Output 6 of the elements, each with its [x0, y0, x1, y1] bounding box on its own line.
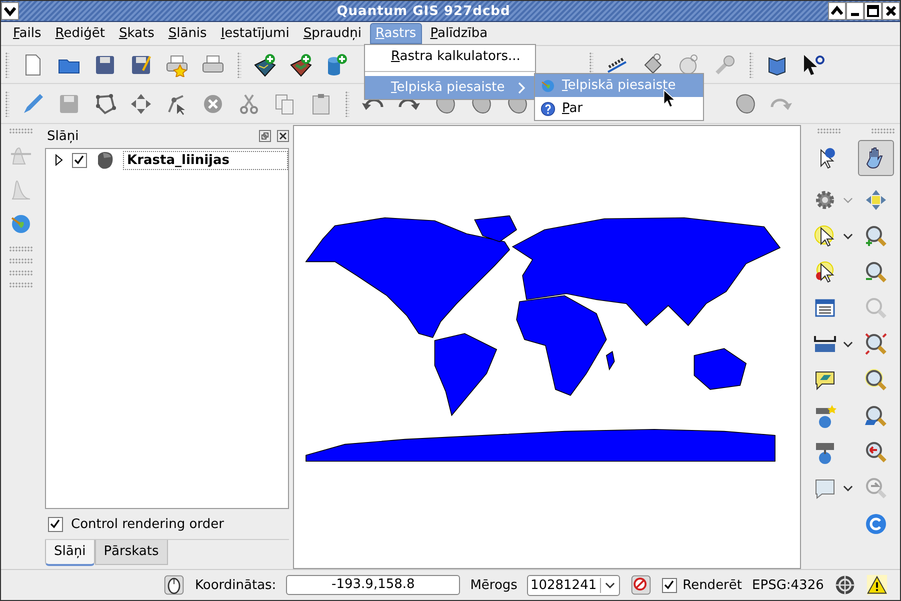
render-label: Renderēt	[682, 578, 742, 592]
checkbox-label: Control rendering order	[71, 516, 224, 532]
panel-title: Slāņi	[47, 128, 79, 144]
coordinates-label: Koordinātas:	[195, 578, 276, 592]
scale-label: Mērogs	[470, 578, 518, 592]
window-title: Quantum GIS 927dcbd	[336, 4, 512, 18]
